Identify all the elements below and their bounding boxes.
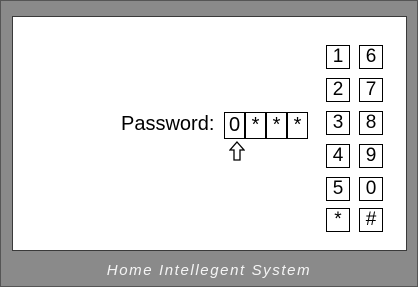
password-digit-4[interactable]: * bbox=[287, 112, 308, 139]
system-title: Home Intellegent System bbox=[106, 262, 312, 279]
key-2[interactable]: 2 bbox=[326, 78, 350, 102]
password-digit-2[interactable]: * bbox=[245, 112, 266, 139]
password-label: Password: bbox=[121, 113, 215, 135]
key-6[interactable]: 6 bbox=[359, 45, 383, 69]
key-star[interactable]: * bbox=[326, 208, 350, 232]
up-arrow-icon bbox=[229, 141, 245, 161]
key-hash[interactable]: # bbox=[359, 208, 383, 232]
display-screen: Password: 0 * * * 1 2 3 4 5 * 6 7 8 9 0 … bbox=[12, 16, 407, 251]
password-digit-3[interactable]: * bbox=[266, 112, 287, 139]
device-frame: Password: 0 * * * 1 2 3 4 5 * 6 7 8 9 0 … bbox=[0, 0, 418, 287]
key-5[interactable]: 5 bbox=[326, 177, 350, 201]
key-9[interactable]: 9 bbox=[359, 144, 383, 168]
password-digit-1[interactable]: 0 bbox=[224, 112, 245, 139]
key-7[interactable]: 7 bbox=[359, 78, 383, 102]
key-0[interactable]: 0 bbox=[359, 177, 383, 201]
key-1[interactable]: 1 bbox=[326, 45, 350, 69]
key-4[interactable]: 4 bbox=[326, 144, 350, 168]
key-8[interactable]: 8 bbox=[359, 111, 383, 135]
key-3[interactable]: 3 bbox=[326, 111, 350, 135]
